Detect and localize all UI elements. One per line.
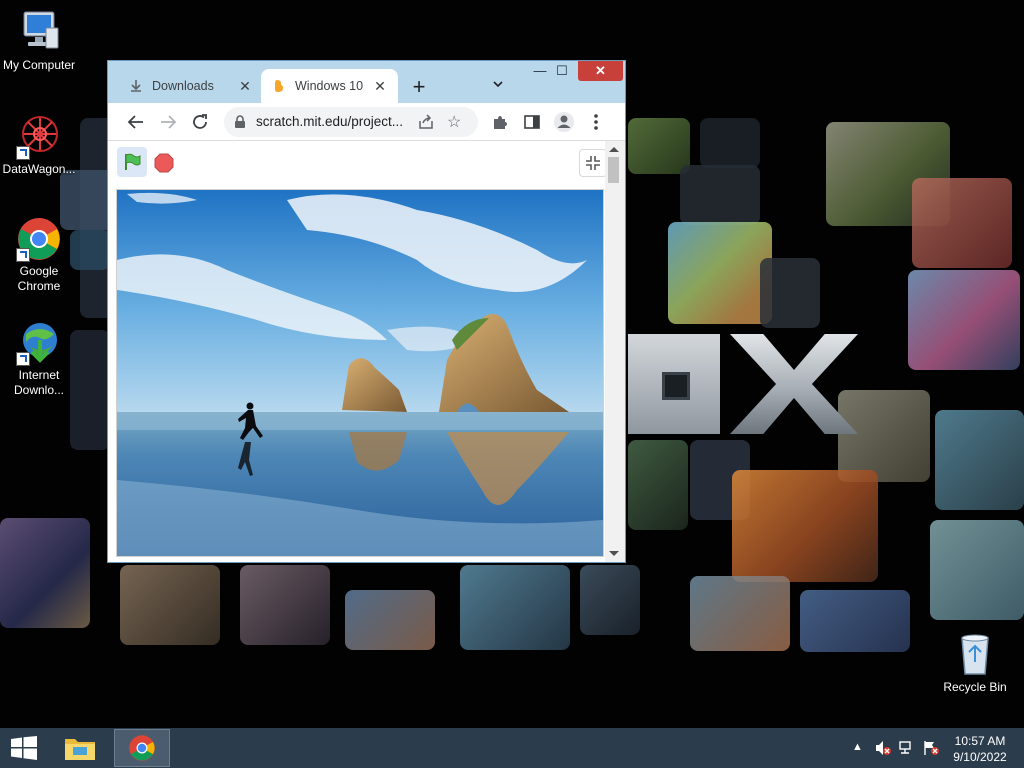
recycle-bin-icon <box>952 632 998 678</box>
menu-kebab-icon[interactable] <box>584 110 608 134</box>
bookmark-star-icon[interactable]: ☆ <box>447 112 461 132</box>
wallpaper-tile <box>460 565 570 650</box>
scratch-stage-controls <box>108 141 607 187</box>
wallpaper-tile <box>680 165 760 225</box>
green-flag-button[interactable] <box>117 147 147 177</box>
scrollbar-thumb[interactable] <box>608 157 619 183</box>
browser-window: Downloads ✕ Windows 10 ✕ + — ☐ ✕ scratch… <box>107 60 626 563</box>
clock-time: 10:57 AM <box>954 734 1006 748</box>
show-hidden-icons-chevron-icon[interactable]: ▲ <box>852 741 863 753</box>
desktop-icon-google-chrome[interactable]: Google Chrome <box>0 216 78 294</box>
desktop-icon-label: Google Chrome <box>17 264 61 293</box>
clock-date: 9/10/2022 <box>953 750 1007 764</box>
wallpaper-tile <box>732 470 878 582</box>
wallpaper-tile <box>628 118 690 174</box>
wallpaper-tile <box>908 270 1020 370</box>
new-tab-button[interactable]: + <box>406 75 432 101</box>
tab-label: Downloads <box>152 79 214 93</box>
wallpaper-tile <box>800 590 910 652</box>
wallpaper-tile <box>690 576 790 651</box>
share-icon[interactable] <box>417 113 435 134</box>
tab-downloads[interactable]: Downloads ✕ <box>118 69 263 103</box>
chrome-icon <box>129 735 155 761</box>
wallpaper-tile <box>912 178 1012 268</box>
side-panel-icon[interactable] <box>520 110 544 134</box>
wallpaper-tile <box>120 565 220 645</box>
url-text[interactable]: scratch.mit.edu/project... <box>256 114 416 129</box>
extensions-puzzle-icon[interactable] <box>488 110 512 134</box>
volume-muted-icon[interactable] <box>874 739 892 760</box>
shortcut-arrow-icon <box>16 352 30 366</box>
scroll-up-arrow-icon[interactable] <box>609 147 619 152</box>
taskbar-google-chrome[interactable] <box>114 729 170 767</box>
wallpaper-tile <box>760 258 820 328</box>
wallpaper-tile <box>838 390 930 482</box>
wallpaper-logo-x <box>730 334 858 434</box>
taskbar-file-explorer[interactable] <box>52 729 108 767</box>
wallpaper-tile <box>668 222 772 324</box>
shortcut-arrow-icon <box>16 146 30 160</box>
download-icon <box>128 79 144 93</box>
system-clock[interactable]: 10:57 AM 9/10/2022 <box>950 733 1010 765</box>
wallpaper-logo-o <box>628 334 720 434</box>
reload-button[interactable] <box>188 110 212 134</box>
tab-search-icon[interactable] <box>488 77 508 97</box>
page-content <box>108 141 625 562</box>
wallpaper-tile <box>0 518 90 628</box>
tab-close-icon[interactable]: ✕ <box>372 78 388 95</box>
scratch-stage[interactable] <box>116 189 604 557</box>
desktop-icon-label: My Computer <box>2 58 76 72</box>
back-button[interactable] <box>124 110 148 134</box>
wallpaper-tile <box>240 565 330 645</box>
maximize-button[interactable]: ☐ <box>548 61 576 81</box>
close-button[interactable]: ✕ <box>578 61 623 81</box>
lock-icon[interactable] <box>234 115 246 132</box>
tab-label: Windows 10 <box>295 79 364 93</box>
folder-icon <box>65 739 95 760</box>
wallpaper-tile <box>935 410 1024 510</box>
wallpaper-tile <box>930 520 1024 620</box>
start-button[interactable] <box>10 736 38 760</box>
exit-fullscreen-button[interactable] <box>579 149 607 177</box>
windows-logo-icon <box>11 736 37 760</box>
shortcut-arrow-icon <box>16 248 30 262</box>
desktop-icon-my-computer[interactable]: My Computer <box>0 10 78 73</box>
stop-button[interactable] <box>154 153 174 173</box>
wallpaper-tile <box>628 440 688 530</box>
desktop-icon-internet-download[interactable]: Internet Downlo... <box>0 320 78 398</box>
tab-strip: Downloads ✕ Windows 10 ✕ + — ☐ ✕ <box>108 61 625 103</box>
desktop-icon-recycle-bin[interactable]: Recycle Bin <box>936 632 1014 695</box>
address-bar[interactable]: scratch.mit.edu/project... ☆ <box>224 107 478 137</box>
datawagon-icon <box>16 114 62 160</box>
desktop-icon-label: Internet Downlo... <box>13 368 65 397</box>
windows-10-beach-wallpaper-image <box>117 190 603 556</box>
taskbar: ▲ 10:57 AM 9/10/2022 <box>0 728 1024 768</box>
action-center-flag-icon[interactable] <box>922 739 940 760</box>
tab-close-icon[interactable]: ✕ <box>237 78 253 95</box>
scroll-down-arrow-icon[interactable] <box>609 551 619 556</box>
wallpaper-tile <box>580 565 640 635</box>
internet-download-manager-icon <box>16 320 62 366</box>
desktop-icon-datawagon[interactable]: DataWagon... <box>0 114 78 177</box>
desktop-icon-label: Recycle Bin <box>943 680 1007 694</box>
wallpaper-tile <box>345 590 435 650</box>
scratch-favicon-icon <box>271 79 287 93</box>
browser-toolbar: scratch.mit.edu/project... ☆ <box>108 103 625 141</box>
desktop-icon-label: DataWagon... <box>2 162 76 176</box>
network-icon[interactable] <box>898 739 916 760</box>
chrome-icon <box>16 216 62 262</box>
computer-icon <box>16 10 62 56</box>
vertical-scrollbar[interactable] <box>605 141 625 562</box>
profile-avatar-icon[interactable] <box>552 110 576 134</box>
wallpaper-tile <box>700 118 760 168</box>
forward-button[interactable] <box>156 110 180 134</box>
tab-windows-10[interactable]: Windows 10 ✕ <box>261 69 398 103</box>
